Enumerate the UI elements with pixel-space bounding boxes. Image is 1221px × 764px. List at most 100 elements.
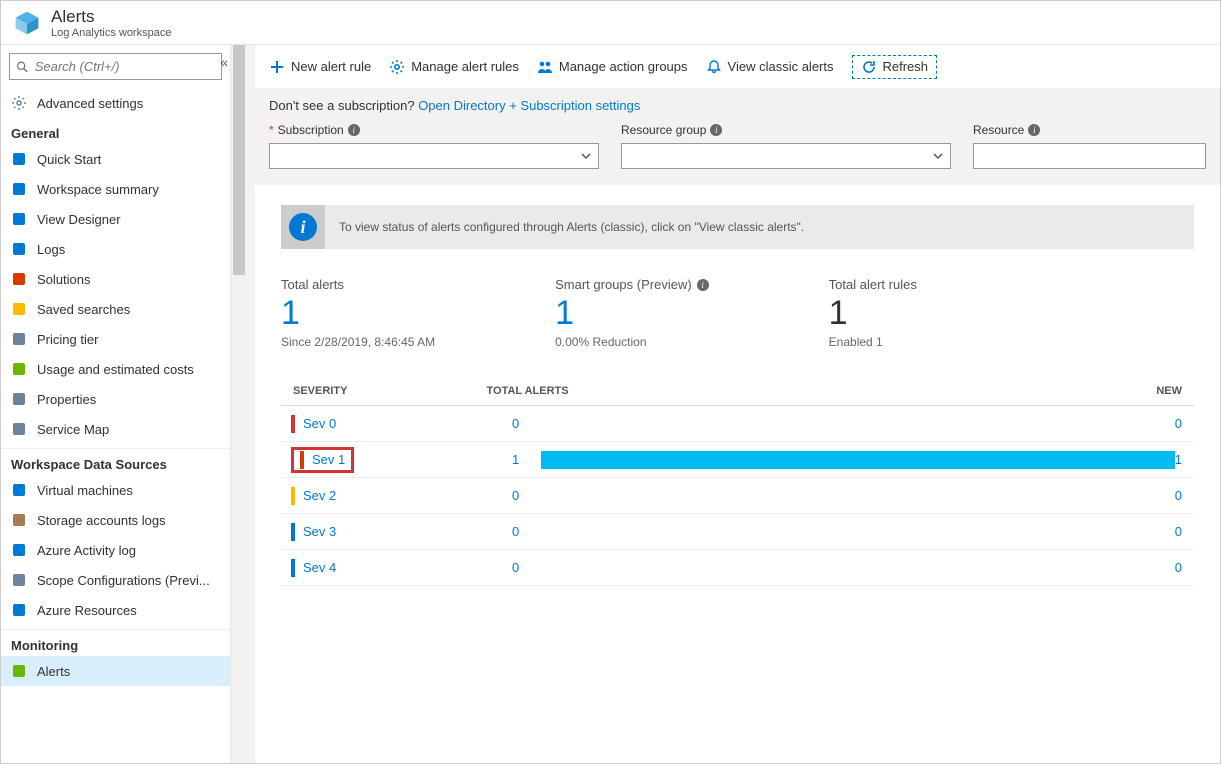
total-rules-sub: Enabled 1 xyxy=(829,335,917,349)
sidebar-item[interactable]: Scope Configurations (Previ... xyxy=(1,565,230,595)
sidebar-item[interactable]: Saved searches xyxy=(1,294,230,324)
activity-icon xyxy=(11,542,27,558)
filter-bar: Don't see a subscription? Open Directory… xyxy=(255,88,1220,185)
manage-action-groups-button[interactable]: Manage action groups xyxy=(537,59,688,75)
info-banner-text: To view status of alerts configured thro… xyxy=(325,220,818,234)
sidebar-item[interactable]: Pricing tier xyxy=(1,324,230,354)
sidebar-item[interactable]: View Designer xyxy=(1,204,230,234)
table-row[interactable]: Sev 4 0 0 xyxy=(281,550,1194,586)
star-icon xyxy=(11,301,27,317)
severity-table: SEVERITY TOTAL ALERTS NEW Sev 000Sev 111… xyxy=(281,377,1194,586)
table-row[interactable]: Sev 2 0 0 xyxy=(281,478,1194,514)
plus-icon xyxy=(269,59,285,75)
sidebar-item-label: Usage and estimated costs xyxy=(37,362,194,377)
sidebar-item[interactable]: Azure Activity log xyxy=(1,535,230,565)
table-row[interactable]: Sev 111 xyxy=(281,442,1194,478)
sidebar-item[interactable]: Usage and estimated costs xyxy=(1,354,230,384)
sidebar-item-label: Virtual machines xyxy=(37,483,133,498)
total-alerts-sub: Since 2/28/2019, 8:46:45 AM xyxy=(281,335,435,349)
search-input[interactable] xyxy=(35,59,215,74)
info-icon: i xyxy=(289,213,317,241)
new-alert-rule-button[interactable]: New alert rule xyxy=(269,59,371,75)
table-row[interactable]: Sev 000 xyxy=(281,406,1194,442)
subscription-select[interactable] xyxy=(269,143,599,169)
alert-icon xyxy=(11,663,27,679)
grid-icon xyxy=(11,181,27,197)
toolbar: New alert rule Manage alert rules Manage… xyxy=(255,45,1220,88)
new-value: 0 xyxy=(1175,488,1194,503)
col-total: TOTAL ALERTS xyxy=(487,385,1157,397)
sidebar-scrollbar[interactable]: ▲ xyxy=(231,45,247,763)
sidebar-item[interactable]: Azure Resources xyxy=(1,595,230,625)
page-header: Alerts Log Analytics workspace xyxy=(1,1,1220,45)
scope-icon xyxy=(11,572,27,588)
total-value: 0 xyxy=(491,488,541,503)
sidebar-advanced-settings[interactable]: Advanced settings xyxy=(1,88,230,118)
info-icon[interactable]: i xyxy=(697,279,709,291)
total-bar xyxy=(541,415,1175,433)
search-box[interactable] xyxy=(9,53,222,80)
table-row[interactable]: Sev 300 xyxy=(281,514,1194,550)
sidebar-item-label: Logs xyxy=(37,242,65,257)
chevron-down-icon xyxy=(932,150,944,162)
sidebar-item[interactable]: Virtual machines xyxy=(1,475,230,505)
total-alerts-value[interactable]: 1 xyxy=(281,294,435,333)
subscription-label: Subscription xyxy=(278,123,344,137)
sidebar-section-header: Workspace Data Sources xyxy=(1,448,230,475)
circle-icon xyxy=(11,361,27,377)
total-alerts-label: Total alerts xyxy=(281,277,435,292)
gear-icon xyxy=(389,59,405,75)
page-subtitle: Log Analytics workspace xyxy=(51,27,171,39)
total-value: 1 xyxy=(491,452,541,467)
cloud-icon xyxy=(11,151,27,167)
bars-icon xyxy=(11,391,27,407)
resource-group-select[interactable] xyxy=(621,143,951,169)
sidebar-section-header: General xyxy=(1,118,230,144)
sidebar-item[interactable]: Properties xyxy=(1,384,230,414)
storage-icon xyxy=(11,512,27,528)
sidebar-item-label: Alerts xyxy=(37,664,70,679)
info-icon[interactable]: i xyxy=(1028,124,1040,136)
severity-label: Sev 4 xyxy=(303,560,336,575)
total-bar xyxy=(541,559,1175,577)
severity-label: Sev 3 xyxy=(303,524,336,539)
refresh-button[interactable]: Refresh xyxy=(852,55,938,79)
open-directory-link[interactable]: Open Directory + Subscription settings xyxy=(418,98,640,113)
sidebar: « Advanced settingsGeneralQuick Start Wor… xyxy=(1,45,231,763)
resource-group-label: Resource group xyxy=(621,123,706,137)
total-rules-value: 1 xyxy=(829,294,917,333)
sidebar-item[interactable]: Solutions xyxy=(1,264,230,294)
col-severity: SEVERITY xyxy=(281,385,487,397)
map-icon xyxy=(11,421,27,437)
severity-label: Sev 2 xyxy=(303,488,336,503)
gear-icon xyxy=(11,95,27,111)
view-classic-alerts-button[interactable]: View classic alerts xyxy=(706,59,834,75)
resource-select[interactable] xyxy=(973,143,1206,169)
sidebar-item-label: Scope Configurations (Previ... xyxy=(37,573,210,588)
sidebar-item[interactable]: Service Map xyxy=(1,414,230,444)
total-bar xyxy=(541,523,1175,541)
filter-message: Don't see a subscription? Open Directory… xyxy=(269,98,1206,113)
sidebar-item-label: Workspace summary xyxy=(37,182,159,197)
info-icon[interactable]: i xyxy=(710,124,722,136)
total-value: 0 xyxy=(491,560,541,575)
sidebar-item[interactable]: Storage accounts logs xyxy=(1,505,230,535)
total-bar xyxy=(541,487,1175,505)
squares-icon xyxy=(11,271,27,287)
manage-alert-rules-button[interactable]: Manage alert rules xyxy=(389,59,519,75)
page-title: Alerts xyxy=(51,7,171,27)
sidebar-item[interactable]: Alerts xyxy=(1,656,230,686)
smart-groups-value[interactable]: 1 xyxy=(555,294,709,333)
info-icon[interactable]: i xyxy=(348,124,360,136)
new-value: 0 xyxy=(1175,560,1194,575)
total-bar xyxy=(541,451,1175,469)
sidebar-item[interactable]: Quick Start xyxy=(1,144,230,174)
main-panel: New alert rule Manage alert rules Manage… xyxy=(247,45,1220,763)
sidebar-item-label: Solutions xyxy=(37,272,90,287)
layout-icon xyxy=(11,211,27,227)
new-value: 0 xyxy=(1175,524,1194,539)
severity-label: Sev 1 xyxy=(312,452,345,467)
sidebar-item[interactable]: Logs xyxy=(1,234,230,264)
collapse-icon[interactable]: « xyxy=(220,54,228,70)
sidebar-item[interactable]: Workspace summary xyxy=(1,174,230,204)
